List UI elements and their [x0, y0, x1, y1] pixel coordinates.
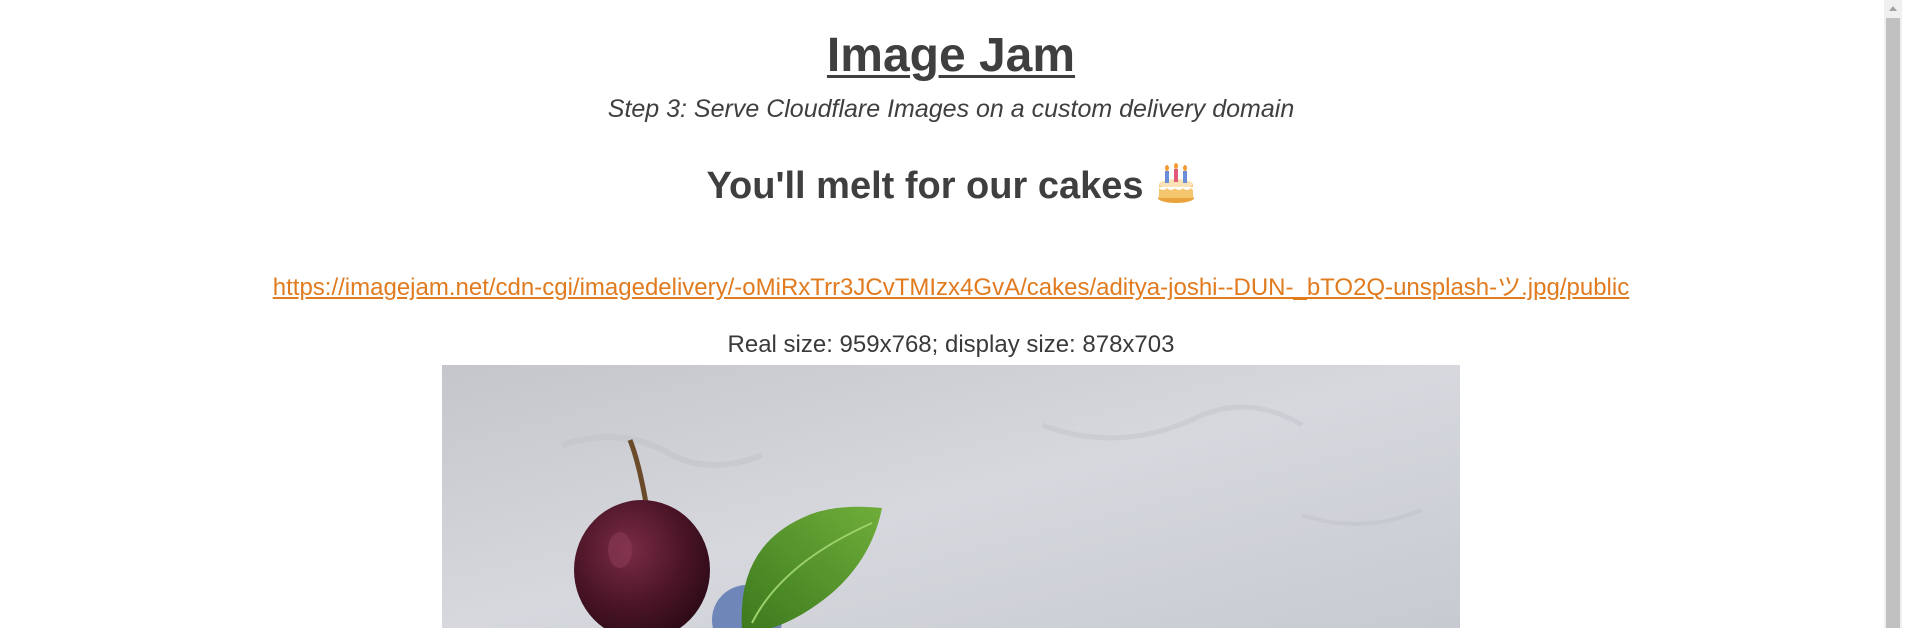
page-title: Image Jam: [0, 24, 1902, 88]
image-url-row: https://imagejam.net/cdn-cgi/imagedelive…: [0, 273, 1902, 303]
page: Image Jam Step 3: Serve Cloudflare Image…: [0, 0, 1902, 628]
image-size-info: Real size: 959x768; display size: 878x70…: [727, 331, 1175, 358]
site-title-link[interactable]: Image Jam: [827, 29, 1075, 82]
image-url-link[interactable]: https://imagejam.net/cdn-cgi/imagedelive…: [273, 274, 1629, 301]
birthday-cake-icon: [1156, 162, 1196, 204]
scroll-up-arrow-icon[interactable]: [1884, 0, 1902, 17]
scrollbar-thumb[interactable]: [1886, 18, 1900, 628]
cake-photo: [442, 365, 1460, 628]
section-heading-text: You'll melt for our cakes: [706, 165, 1144, 207]
section-heading: You'll melt for our cakes: [0, 162, 1902, 209]
page-subtitle: Step 3: Serve Cloudflare Images on a cus…: [607, 95, 1295, 123]
vertical-scrollbar[interactable]: [1884, 0, 1902, 628]
